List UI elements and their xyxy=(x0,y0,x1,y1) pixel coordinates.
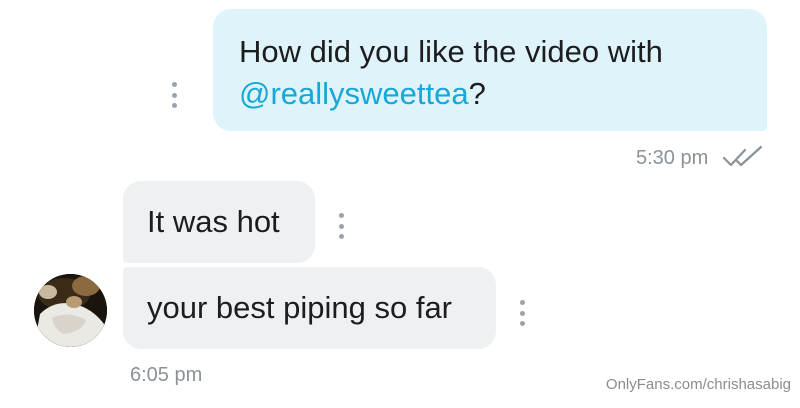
double-check-icon xyxy=(723,145,763,167)
received-message-bubble[interactable]: your best piping so far xyxy=(123,267,496,349)
sent-message-text: How did you like the video with xyxy=(239,34,663,69)
received-message-bubble[interactable]: It was hot xyxy=(123,181,315,263)
received-message-time: 6:05 pm xyxy=(130,364,203,386)
received-message-text: your best piping so far xyxy=(147,290,453,325)
watermark: OnlyFans.com/chrishasabig xyxy=(605,376,791,393)
received-message-options-icon[interactable] xyxy=(336,213,346,239)
sent-message-bubble[interactable]: How did you like the video with @reallys… xyxy=(213,9,767,131)
received-message-text: It was hot xyxy=(147,204,280,239)
avatar[interactable] xyxy=(34,274,107,347)
sent-message-options-icon[interactable] xyxy=(169,82,179,108)
mention-link[interactable]: @reallysweettea xyxy=(239,76,469,111)
avatar-image xyxy=(34,274,107,347)
received-message-options-icon[interactable] xyxy=(517,300,527,326)
sent-message-text-end: ? xyxy=(468,76,486,111)
sent-message-time: 5:30 pm xyxy=(636,147,709,169)
